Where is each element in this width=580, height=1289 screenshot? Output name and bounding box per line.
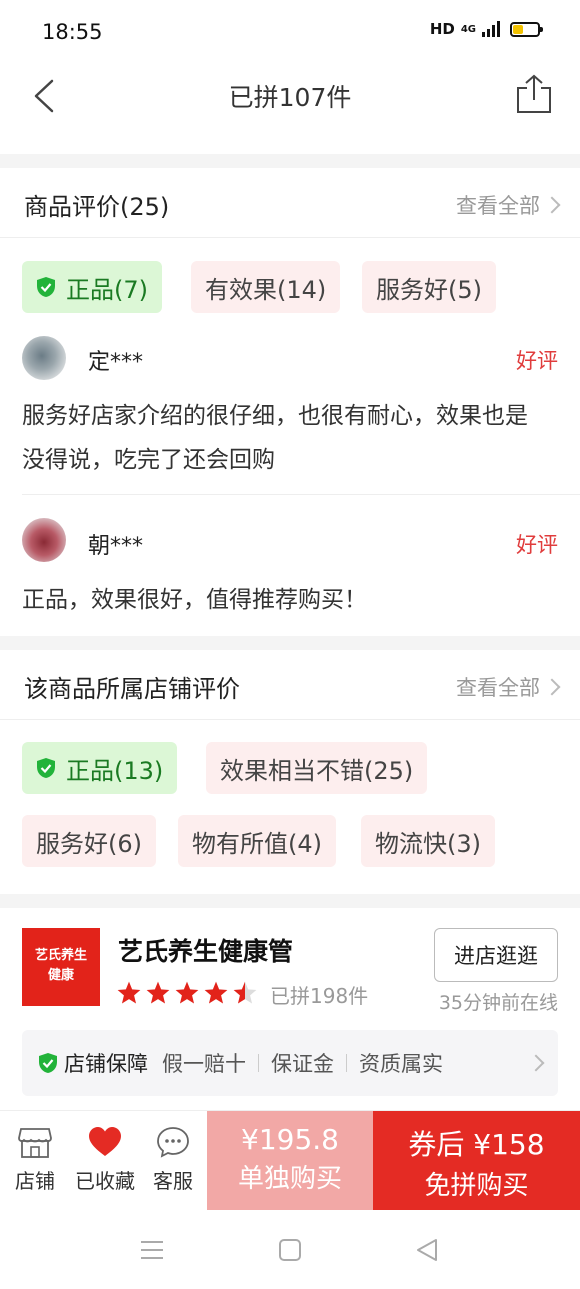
star-icon — [204, 981, 228, 1004]
section-gap — [0, 894, 580, 908]
chevron-right-icon — [543, 678, 561, 696]
store-reviews-title: 该商品所属店铺评价 — [24, 675, 240, 703]
half-star-icon — [233, 981, 257, 1004]
tag-very-effective[interactable]: 效果相当不错(25) — [206, 742, 428, 794]
signal-icon — [482, 21, 500, 37]
store-rating — [116, 980, 258, 1006]
home-icon[interactable] — [276, 1236, 304, 1264]
status-icons: HD 4G — [429, 20, 543, 38]
store-reviews-header: 该商品所属店铺评价 查看全部 — [0, 650, 580, 720]
store-label: 店铺 — [15, 1169, 55, 1193]
see-all-label: 查看全部 — [456, 676, 540, 700]
visit-store-button[interactable]: 进店逛逛 — [434, 928, 558, 982]
online-status: 35分钟前在线 — [438, 992, 558, 1014]
page-title: 已拼107件 — [228, 83, 352, 112]
product-reviews-header: 商品评价(25) 查看全部 — [0, 168, 580, 238]
tag-good-value[interactable]: 物有所值(4) — [178, 815, 336, 867]
favorite-button[interactable]: 已收藏 — [70, 1111, 140, 1211]
shield-check-icon — [37, 277, 55, 297]
section-gap — [0, 636, 580, 650]
group-label: 免拼购买 — [424, 1171, 529, 1201]
tag-label: 有效果(14) — [205, 275, 327, 304]
guarantee-item: 保证金 — [271, 1052, 334, 1076]
tag-label: 服务好(5) — [376, 275, 482, 304]
group-price: 券后 ¥158 — [408, 1128, 545, 1161]
store-logo[interactable]: 艺氏养生 健康 — [22, 928, 100, 1006]
network-label: HD — [429, 20, 455, 38]
menu-icon[interactable] — [138, 1236, 166, 1264]
guarantee-item: 假一赔十 — [162, 1052, 246, 1076]
bottom-action-bar: 店铺 已收藏 客服 ¥195.8 单独购买 券后 ¥158 免拼购买 — [0, 1110, 580, 1211]
tag-label: 服务好(6) — [36, 829, 142, 858]
review-text: 正品，效果很好，值得推荐购买！ — [22, 587, 367, 613]
buy-without-group-button[interactable]: 券后 ¥158 免拼购买 — [373, 1111, 580, 1211]
star-icon — [117, 981, 141, 1004]
rating-label: 好评 — [516, 349, 558, 373]
section-gap — [0, 154, 580, 168]
rating-label: 好评 — [516, 533, 558, 557]
tag-label: 正品(13) — [66, 756, 164, 785]
shield-check-icon — [37, 758, 55, 778]
chevron-right-icon — [527, 1054, 545, 1072]
system-nav-bar — [0, 1210, 580, 1289]
store-card: 艺氏养生 健康 艺氏养生健康管 已拼198件 进店逛逛 35分钟前在线 店铺保障… — [0, 908, 580, 1113]
product-reviews-title: 商品评价(25) — [24, 193, 170, 221]
star-icon — [175, 981, 199, 1004]
tag-authentic[interactable]: 正品(13) — [22, 742, 178, 794]
nav-bar: 已拼107件 — [0, 64, 580, 154]
see-all-label: 查看全部 — [456, 194, 540, 218]
reviewer-name: 定*** — [88, 350, 144, 375]
heart-icon — [89, 1127, 121, 1156]
network-type-label: 4G — [460, 23, 476, 35]
favorite-label: 已收藏 — [75, 1169, 135, 1193]
review-divider — [22, 494, 580, 495]
separator — [258, 1054, 259, 1072]
store-icon — [18, 1128, 52, 1158]
store-button[interactable]: 店铺 — [2, 1111, 68, 1211]
tag-authentic[interactable]: 正品(7) — [22, 261, 162, 313]
status-time: 18:55 — [42, 20, 103, 44]
customer-service-button[interactable]: 客服 — [140, 1111, 206, 1211]
tag-label: 效果相当不错(25) — [220, 756, 414, 785]
battery-icon — [510, 21, 543, 37]
store-logo-text: 健康 — [47, 968, 74, 983]
solo-price: ¥195.8 — [241, 1123, 339, 1156]
tag-label: 物有所值(4) — [192, 829, 322, 858]
tag-good-service[interactable]: 服务好(5) — [362, 261, 496, 313]
share-icon[interactable] — [516, 74, 552, 114]
reviewer-name: 朝*** — [88, 534, 144, 559]
back-triangle-icon[interactable] — [414, 1236, 442, 1264]
store-guarantee-bar[interactable]: 店铺保障 假一赔十 保证金 资质属实 — [22, 1030, 558, 1096]
guarantee-title: 店铺保障 — [64, 1052, 148, 1076]
product-reviews-body: 正品(7) 有效果(14) 服务好(5) 定*** 好评 服务好店家介绍的很仔细… — [0, 238, 580, 636]
star-icon — [146, 981, 170, 1004]
review-text: 服务好店家介绍的很仔细，也很有耐心，效果也是没得说，吃完了还会回购 — [22, 403, 528, 473]
tag-effective[interactable]: 有效果(14) — [191, 261, 341, 313]
status-bar: 18:55 HD 4G — [0, 0, 580, 64]
see-all-store-reviews-link[interactable]: 查看全部 — [456, 672, 561, 702]
see-all-product-reviews-link[interactable]: 查看全部 — [456, 190, 561, 220]
store-name[interactable]: 艺氏养生健康管 — [118, 932, 293, 968]
store-sold-count: 已拼198件 — [270, 984, 369, 1008]
chat-icon — [157, 1127, 189, 1158]
tag-fast-shipping[interactable]: 物流快(3) — [361, 815, 495, 867]
avatar — [22, 336, 66, 380]
buy-alone-button[interactable]: ¥195.8 单独购买 — [207, 1111, 373, 1211]
shield-check-icon — [39, 1053, 57, 1073]
tag-label: 正品(7) — [66, 275, 148, 304]
tag-label: 物流快(3) — [375, 829, 481, 858]
solo-label: 单独购买 — [237, 1164, 342, 1194]
tag-good-service[interactable]: 服务好(6) — [22, 815, 156, 867]
store-logo-text: 艺氏养生 — [34, 948, 87, 963]
separator — [346, 1054, 347, 1072]
service-label: 客服 — [153, 1169, 193, 1193]
avatar — [22, 518, 66, 562]
guarantee-item: 资质属实 — [359, 1052, 443, 1076]
store-reviews-body: 正品(13) 效果相当不错(25) 服务好(6) 物有所值(4) 物流快(3) — [0, 720, 580, 894]
chevron-right-icon — [543, 196, 561, 214]
